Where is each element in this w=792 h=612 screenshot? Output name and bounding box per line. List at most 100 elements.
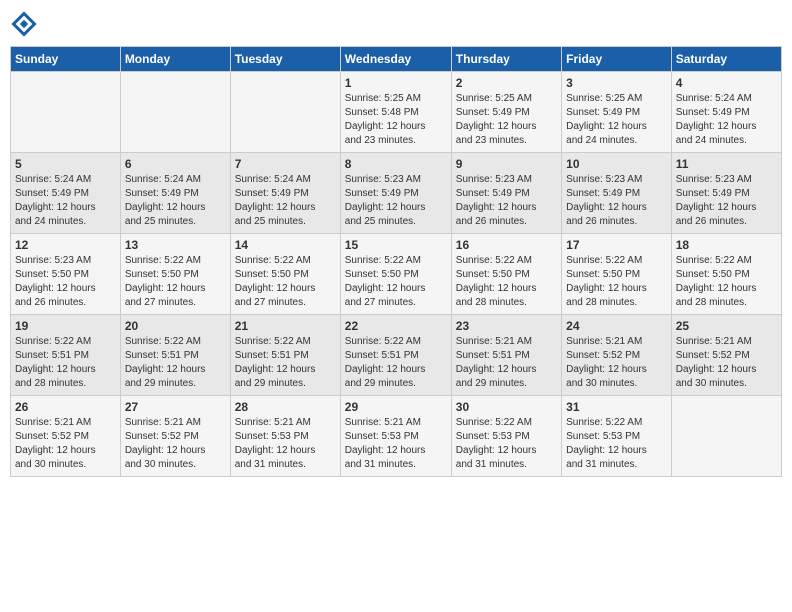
day-info: Sunrise: 5:21 AM Sunset: 5:52 PM Dayligh… (125, 416, 226, 472)
day-info: Sunrise: 5:22 AM Sunset: 5:53 PM Dayligh… (456, 416, 557, 472)
calendar-table: SundayMondayTuesdayWednesdayThursdayFrid… (10, 46, 782, 477)
day-number: 1 (345, 76, 447, 90)
calendar-cell: 22 Sunrise: 5:22 AM Sunset: 5:51 PM Dayli… (340, 315, 451, 396)
calendar-cell: 1Sunrise: 5:25 AM Sunset: 5:48 PM Daylig… (340, 72, 451, 153)
calendar-cell: 14 Sunrise: 5:22 AM Sunset: 5:50 PM Dayli… (230, 234, 340, 315)
day-number: 18 (676, 238, 777, 252)
calendar-week-row: 1Sunrise: 5:25 AM Sunset: 5:48 PM Daylig… (11, 72, 782, 153)
calendar-cell: 13Sunrise: 5:22 AM Sunset: 5:50 PM Dayli… (120, 234, 230, 315)
day-number: 30 (456, 400, 557, 414)
day-of-week-header: Saturday (671, 47, 781, 72)
calendar-cell: 20 Sunrise: 5:22 AM Sunset: 5:51 PM Dayli… (120, 315, 230, 396)
day-number: 28 (235, 400, 336, 414)
day-of-week-header: Tuesday (230, 47, 340, 72)
day-number: 7 (235, 157, 336, 171)
day-number: 15 (345, 238, 447, 252)
day-info: Sunrise: 5:22 AM Sunset: 5:50 PM Dayligh… (676, 254, 777, 310)
day-info: Sunrise: 5:23 AM Sunset: 5:49 PM Dayligh… (345, 173, 447, 229)
day-info: Sunrise: 5:24 AM Sunset: 5:49 PM Dayligh… (15, 173, 116, 229)
calendar-cell (671, 396, 781, 477)
calendar-cell: 24Sunrise: 5:21 AM Sunset: 5:52 PM Dayli… (562, 315, 672, 396)
day-number: 21 (235, 319, 336, 333)
day-info: Sunrise: 5:21 AM Sunset: 5:53 PM Dayligh… (235, 416, 336, 472)
day-number: 26 (15, 400, 116, 414)
day-info: Sunrise: 5:22 AM Sunset: 5:51 PM Dayligh… (125, 335, 226, 391)
calendar-cell: 18 Sunrise: 5:22 AM Sunset: 5:50 PM Dayli… (671, 234, 781, 315)
calendar-cell: 9 Sunrise: 5:23 AM Sunset: 5:49 PM Daylig… (451, 153, 561, 234)
calendar-cell: 4 Sunrise: 5:24 AM Sunset: 5:49 PM Daylig… (671, 72, 781, 153)
day-info: Sunrise: 5:25 AM Sunset: 5:49 PM Dayligh… (456, 92, 557, 148)
calendar-cell: 16 Sunrise: 5:22 AM Sunset: 5:50 PM Dayli… (451, 234, 561, 315)
day-number: 6 (125, 157, 226, 171)
day-info: Sunrise: 5:22 AM Sunset: 5:51 PM Dayligh… (15, 335, 116, 391)
calendar-cell (230, 72, 340, 153)
day-number: 25 (676, 319, 777, 333)
calendar-cell: 15Sunrise: 5:22 AM Sunset: 5:50 PM Dayli… (340, 234, 451, 315)
calendar-cell: 26 Sunrise: 5:21 AM Sunset: 5:52 PM Dayli… (11, 396, 121, 477)
calendar-cell: 5 Sunrise: 5:24 AM Sunset: 5:49 PM Daylig… (11, 153, 121, 234)
header (10, 10, 782, 38)
day-info: Sunrise: 5:21 AM Sunset: 5:53 PM Dayligh… (345, 416, 447, 472)
day-number: 5 (15, 157, 116, 171)
day-info: Sunrise: 5:24 AM Sunset: 5:49 PM Dayligh… (125, 173, 226, 229)
day-number: 4 (676, 76, 777, 90)
day-number: 11 (676, 157, 777, 171)
calendar-cell: 7Sunrise: 5:24 AM Sunset: 5:49 PM Daylig… (230, 153, 340, 234)
calendar-cell: 21 Sunrise: 5:22 AM Sunset: 5:51 PM Dayli… (230, 315, 340, 396)
day-number: 31 (566, 400, 667, 414)
day-number: 17 (566, 238, 667, 252)
calendar-cell (11, 72, 121, 153)
calendar-cell: 19 Sunrise: 5:22 AM Sunset: 5:51 PM Dayli… (11, 315, 121, 396)
calendar-cell: 6 Sunrise: 5:24 AM Sunset: 5:49 PM Daylig… (120, 153, 230, 234)
day-info: Sunrise: 5:22 AM Sunset: 5:50 PM Dayligh… (456, 254, 557, 310)
day-info: Sunrise: 5:23 AM Sunset: 5:50 PM Dayligh… (15, 254, 116, 310)
calendar-cell: 11 Sunrise: 5:23 AM Sunset: 5:49 PM Dayli… (671, 153, 781, 234)
calendar-cell: 8Sunrise: 5:23 AM Sunset: 5:49 PM Daylig… (340, 153, 451, 234)
day-info: Sunrise: 5:23 AM Sunset: 5:49 PM Dayligh… (456, 173, 557, 229)
day-number: 29 (345, 400, 447, 414)
day-info: Sunrise: 5:22 AM Sunset: 5:51 PM Dayligh… (235, 335, 336, 391)
day-number: 20 (125, 319, 226, 333)
day-number: 3 (566, 76, 667, 90)
day-of-week-header: Monday (120, 47, 230, 72)
day-number: 10 (566, 157, 667, 171)
day-number: 22 (345, 319, 447, 333)
calendar-cell: 12 Sunrise: 5:23 AM Sunset: 5:50 PM Dayli… (11, 234, 121, 315)
generalblue-icon (10, 10, 38, 38)
day-info: Sunrise: 5:21 AM Sunset: 5:52 PM Dayligh… (15, 416, 116, 472)
calendar-week-row: 26 Sunrise: 5:21 AM Sunset: 5:52 PM Dayli… (11, 396, 782, 477)
day-info: Sunrise: 5:22 AM Sunset: 5:53 PM Dayligh… (566, 416, 667, 472)
day-number: 23 (456, 319, 557, 333)
day-info: Sunrise: 5:22 AM Sunset: 5:51 PM Dayligh… (345, 335, 447, 391)
day-number: 2 (456, 76, 557, 90)
day-number: 9 (456, 157, 557, 171)
calendar-cell: 3 Sunrise: 5:25 AM Sunset: 5:49 PM Daylig… (562, 72, 672, 153)
day-of-week-header: Friday (562, 47, 672, 72)
day-number: 12 (15, 238, 116, 252)
calendar-week-row: 5 Sunrise: 5:24 AM Sunset: 5:49 PM Daylig… (11, 153, 782, 234)
calendar-cell: 31 Sunrise: 5:22 AM Sunset: 5:53 PM Dayli… (562, 396, 672, 477)
day-number: 19 (15, 319, 116, 333)
calendar-cell: 25 Sunrise: 5:21 AM Sunset: 5:52 PM Dayli… (671, 315, 781, 396)
day-info: Sunrise: 5:22 AM Sunset: 5:50 PM Dayligh… (566, 254, 667, 310)
day-of-week-header: Thursday (451, 47, 561, 72)
day-number: 16 (456, 238, 557, 252)
logo (10, 10, 40, 38)
day-number: 27 (125, 400, 226, 414)
calendar-header-row: SundayMondayTuesdayWednesdayThursdayFrid… (11, 47, 782, 72)
calendar-cell: 2 Sunrise: 5:25 AM Sunset: 5:49 PM Daylig… (451, 72, 561, 153)
calendar-cell (120, 72, 230, 153)
day-number: 24 (566, 319, 667, 333)
day-number: 14 (235, 238, 336, 252)
day-info: Sunrise: 5:22 AM Sunset: 5:50 PM Dayligh… (235, 254, 336, 310)
day-info: Sunrise: 5:23 AM Sunset: 5:49 PM Dayligh… (566, 173, 667, 229)
day-info: Sunrise: 5:21 AM Sunset: 5:52 PM Dayligh… (676, 335, 777, 391)
day-info: Sunrise: 5:23 AM Sunset: 5:49 PM Dayligh… (676, 173, 777, 229)
day-of-week-header: Sunday (11, 47, 121, 72)
day-info: Sunrise: 5:25 AM Sunset: 5:49 PM Dayligh… (566, 92, 667, 148)
day-info: Sunrise: 5:24 AM Sunset: 5:49 PM Dayligh… (676, 92, 777, 148)
calendar-cell: 10 Sunrise: 5:23 AM Sunset: 5:49 PM Dayli… (562, 153, 672, 234)
calendar-cell: 23Sunrise: 5:21 AM Sunset: 5:51 PM Dayli… (451, 315, 561, 396)
calendar-cell: 28 Sunrise: 5:21 AM Sunset: 5:53 PM Dayli… (230, 396, 340, 477)
calendar-week-row: 19 Sunrise: 5:22 AM Sunset: 5:51 PM Dayli… (11, 315, 782, 396)
